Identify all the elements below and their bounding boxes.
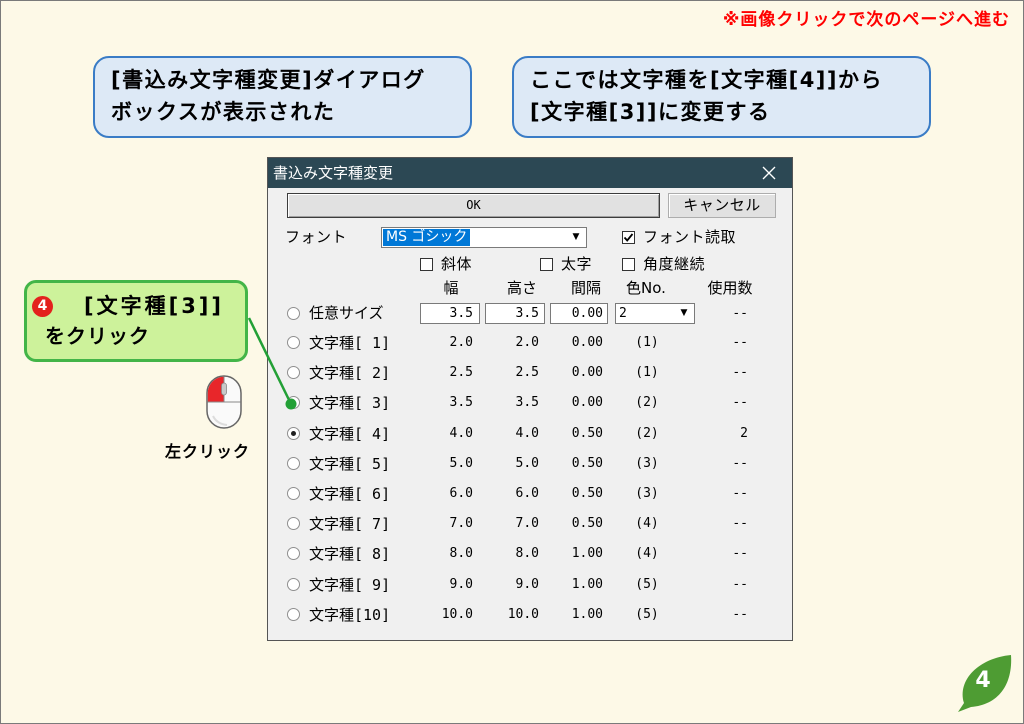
height-value: 5.0 — [515, 455, 539, 471]
spacing-value: 0.50 — [571, 516, 603, 532]
callout-line: [書込み文字種変更]ダイアログ — [111, 68, 426, 92]
callout-line: [文字種[3]]に変更する — [530, 100, 771, 124]
color-value: (2) — [635, 395, 659, 411]
spacing-value: 0.00 — [571, 335, 603, 350]
spacing-value: 0.50 — [571, 455, 603, 471]
height-value: 8.0 — [515, 546, 539, 562]
step-line: [文字種[3]] — [84, 294, 225, 318]
width-value: 8.0 — [449, 546, 473, 562]
type-row[interactable]: 文字種[ 9] 9.0 9.0 1.00 (5) -- — [268, 575, 768, 595]
color-value: (4) — [635, 516, 659, 532]
step-line: をクリック — [45, 324, 150, 348]
type-label[interactable]: 文字種[ 9] — [309, 575, 390, 595]
usage-value: -- — [732, 335, 748, 350]
spacing-value: 1.00 — [571, 546, 603, 562]
usage-value: -- — [732, 455, 748, 471]
color-value: (5) — [635, 576, 659, 592]
type-row[interactable]: 文字種[ 4] 4.0 4.0 0.50 (2) 2 — [268, 424, 768, 444]
color-value: (3) — [635, 455, 659, 471]
height-value: 10.0 — [507, 606, 539, 622]
spacing-value: 0.50 — [571, 486, 603, 501]
type-label[interactable]: 文字種[ 6] — [309, 484, 390, 504]
height-value: 3.5 — [515, 395, 539, 411]
type-label[interactable]: 文字種[ 3] — [309, 393, 390, 413]
type-radio[interactable] — [287, 607, 300, 621]
type-radio[interactable] — [287, 366, 300, 380]
type-label[interactable]: 文字種[10] — [309, 605, 390, 625]
usage-value: -- — [732, 516, 748, 532]
height-value: 7.0 — [515, 516, 539, 532]
width-value: 2.0 — [449, 335, 473, 350]
type-row[interactable]: 文字種[ 5] 5.0 5.0 0.50 (3) -- — [268, 454, 768, 474]
page-number-text: 4 — [975, 668, 991, 693]
color-value: (4) — [635, 546, 659, 562]
step-callout: 4 [文字種[3]] をクリック — [24, 280, 248, 362]
page-number: 4 — [950, 650, 1016, 716]
height-value: 4.0 — [515, 425, 539, 441]
type-row[interactable]: 文字種[10] 10.0 10.0 1.00 (5) -- — [268, 605, 768, 625]
type-radio[interactable] — [287, 577, 300, 591]
height-value: 2.0 — [515, 335, 539, 350]
width-value: 3.5 — [449, 395, 473, 411]
callout-line: ここでは文字種を[文字種[4]]から — [530, 68, 884, 92]
char-type-list: 文字種[ 1] 2.0 2.0 0.00 (1) -- 文字種[ 2] 2.5 2.5 0.00 (… — [268, 158, 792, 640]
usage-value: 2 — [740, 425, 748, 441]
height-value: 6.0 — [515, 486, 539, 501]
spacing-value: 1.00 — [571, 606, 603, 622]
type-label[interactable]: 文字種[ 1] — [309, 333, 390, 353]
width-value: 5.0 — [449, 455, 473, 471]
step-number-badge: 4 — [32, 296, 53, 317]
color-value: (1) — [635, 365, 659, 381]
width-value: 2.5 — [449, 365, 473, 381]
type-row[interactable]: 文字種[ 8] 8.0 8.0 1.00 (4) -- — [268, 544, 768, 564]
color-value: (3) — [635, 486, 659, 501]
info-callout-change-type: ここでは文字種を[文字種[4]]から [文字種[3]]に変更する — [512, 56, 931, 138]
type-radio[interactable] — [287, 336, 300, 349]
type-row[interactable]: 文字種[ 2] 2.5 2.5 0.00 (1) -- — [268, 363, 768, 383]
spacing-value: 0.00 — [571, 365, 603, 381]
spacing-value: 0.00 — [571, 395, 603, 411]
type-label[interactable]: 文字種[ 8] — [309, 544, 390, 564]
spacing-value: 0.50 — [571, 425, 603, 441]
usage-value: -- — [732, 365, 748, 381]
type-row[interactable]: 文字種[ 6] 6.0 6.0 0.50 (3) -- — [268, 484, 768, 504]
type-radio[interactable] — [287, 547, 300, 561]
usage-value: -- — [732, 546, 748, 562]
usage-value: -- — [732, 486, 748, 501]
tutorial-slide[interactable]: ※画像クリックで次のページへ進む [書込み文字種変更]ダイアログ ボックスが表示… — [0, 0, 1024, 724]
type-row[interactable]: 文字種[ 7] 7.0 7.0 0.50 (4) -- — [268, 514, 768, 534]
height-value: 9.0 — [515, 576, 539, 592]
type-radio[interactable] — [287, 426, 300, 440]
width-value: 7.0 — [449, 516, 473, 532]
color-value: (5) — [635, 606, 659, 622]
usage-value: -- — [732, 576, 748, 592]
type-label[interactable]: 文字種[ 7] — [309, 514, 390, 534]
type-label[interactable]: 文字種[ 5] — [309, 454, 390, 474]
usage-value: -- — [732, 606, 748, 622]
write-char-type-dialog: 書込み文字種変更 OK キャンセル フォント MS ゴシック ▼ フォント読取 — [267, 157, 793, 641]
width-value: 9.0 — [449, 576, 473, 592]
type-radio[interactable] — [287, 456, 300, 470]
type-radio[interactable] — [287, 487, 300, 500]
type-row[interactable]: 文字種[ 1] 2.0 2.0 0.00 (1) -- — [268, 333, 768, 353]
info-callout-dialog-shown: [書込み文字種変更]ダイアログ ボックスが表示された — [93, 56, 472, 138]
type-radio[interactable] — [287, 396, 300, 410]
type-row[interactable]: 文字種[ 3] 3.5 3.5 0.00 (2) -- — [268, 393, 768, 413]
mouse-left-click-icon — [205, 374, 243, 430]
width-value: 6.0 — [449, 486, 473, 501]
width-value: 4.0 — [449, 425, 473, 441]
next-page-hint: ※画像クリックで次のページへ進む — [722, 10, 1010, 30]
callout-line: ボックスが表示された — [111, 100, 336, 124]
type-label[interactable]: 文字種[ 4] — [309, 424, 390, 444]
usage-value: -- — [732, 395, 748, 411]
height-value: 2.5 — [515, 365, 539, 381]
color-value: (1) — [635, 335, 659, 350]
width-value: 10.0 — [441, 606, 473, 622]
spacing-value: 1.00 — [571, 576, 603, 592]
type-label[interactable]: 文字種[ 2] — [309, 363, 390, 383]
left-click-label: 左クリック — [165, 442, 251, 461]
color-value: (2) — [635, 425, 659, 441]
type-radio[interactable] — [287, 517, 300, 531]
